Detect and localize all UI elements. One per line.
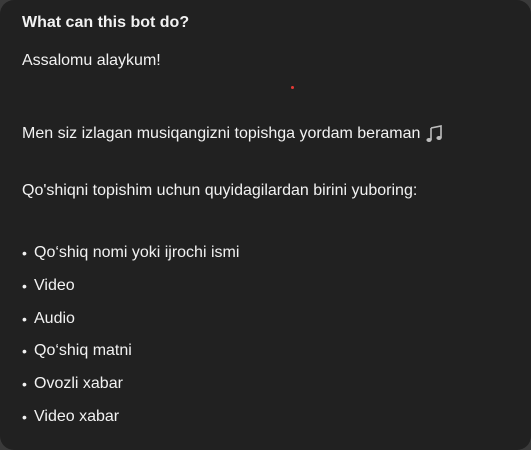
options-list: • Qo‘shiq nomi yoki ijrochi ismi • Video… — [22, 242, 509, 428]
list-item: • Qo‘shiq nomi yoki ijrochi ismi — [22, 242, 509, 264]
intro-line: Men siz izlagan musiqangizni topishga yo… — [22, 123, 509, 145]
option-label: Qo‘shiq nomi yoki ijrochi ismi — [34, 244, 240, 261]
bullet-icon: • — [22, 245, 27, 261]
option-label: Audio — [34, 309, 75, 327]
list-item: • Video xabar — [22, 406, 509, 428]
bullet-icon: • — [22, 343, 27, 360]
musical-note-icon — [424, 124, 444, 144]
option-label: Video — [34, 276, 75, 294]
card-title: What can this bot do? — [22, 14, 190, 31]
option-label: Video xabar — [34, 407, 120, 425]
option-label: Qo‘shiq matni — [34, 342, 132, 360]
list-item: • Ovozli xabar — [22, 373, 509, 395]
bullet-icon: • — [22, 408, 27, 425]
option-label: Ovozli xabar — [34, 375, 123, 393]
list-item: • Video — [22, 275, 509, 297]
bullet-icon: • — [22, 376, 27, 393]
intro-text: Men siz izlagan musiqangizni topishga yo… — [22, 125, 421, 142]
list-item: • Qo‘shiq matni — [22, 340, 509, 362]
prompt-text: Qo'shiqni topishim uchun quyidagilardan … — [22, 182, 418, 199]
bullet-icon: • — [22, 310, 27, 327]
red-dot-marker — [291, 86, 294, 89]
bullet-icon: • — [22, 277, 27, 294]
list-item: • Audio — [22, 308, 509, 330]
greeting-text: Assalomu alaykum! — [22, 52, 161, 69]
bot-description-card: What can this bot do? Assalomu alaykum! … — [0, 0, 531, 450]
